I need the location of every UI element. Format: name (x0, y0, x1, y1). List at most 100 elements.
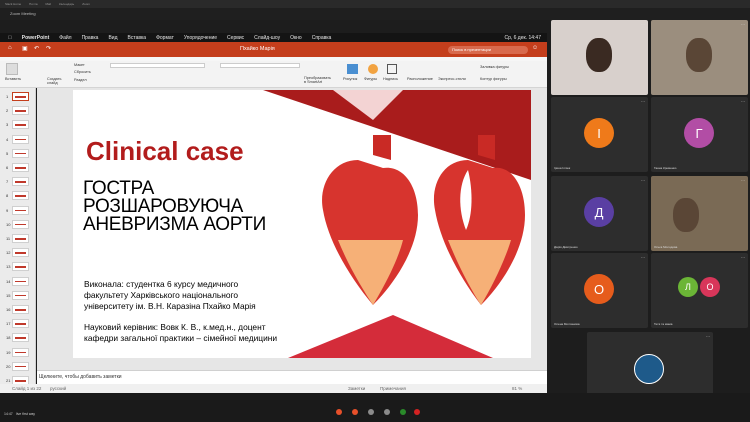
slide-thumbnail[interactable]: 9 (6, 205, 29, 215)
thumbnail-number: 19 (6, 349, 11, 355)
tile-options-icon[interactable]: ⋯ (641, 22, 645, 27)
participant-name: Тетя та мама (654, 322, 673, 326)
menu-item[interactable]: Правка (82, 35, 99, 41)
browser-tab[interactable]: Почта (26, 2, 40, 6)
slide-thumbnails: 1 2 3 4 5 6 7 8 9 10 11 12 13 14 15 16 17 18 19 20 21 (0, 88, 36, 390)
browser-tab[interactable]: Mail (43, 2, 55, 6)
arrange-button[interactable]: Расположение (407, 77, 433, 81)
textbox-button[interactable]: Надпись (383, 77, 398, 81)
participants-button[interactable] (368, 409, 374, 415)
browser-tab[interactable]: Календарь (56, 2, 77, 6)
slide-thumbnail[interactable]: 7 (6, 177, 29, 187)
share-button[interactable] (400, 409, 406, 415)
participant-tile[interactable]: ⋯ (551, 20, 648, 95)
zoom-level[interactable]: 81 % (512, 386, 522, 391)
slide-thumbnail[interactable]: 4 (6, 134, 29, 144)
leave-button[interactable] (414, 409, 420, 415)
slide-thumbnail[interactable]: 17 (6, 319, 29, 329)
slide-thumbnail[interactable]: 15 (6, 290, 29, 300)
thumbnail-number: 12 (6, 250, 11, 256)
undo-icon[interactable]: ↶ (34, 45, 39, 52)
shape-fill-button[interactable]: Заливка фигуры (480, 65, 509, 69)
participant-tile[interactable]: Д ⋯ Дарія Дмитренко (551, 176, 648, 251)
participant-tile[interactable]: І ⋯ Ірина Іллюк (551, 97, 648, 172)
slide-thumbnail[interactable]: 20 (6, 361, 29, 371)
menu-item[interactable]: Упорядочение (184, 35, 217, 41)
slide-thumbnail[interactable]: 8 (6, 191, 29, 201)
quick-styles-button[interactable]: Экспресс-стили (438, 77, 466, 81)
reset-button[interactable]: Сбросить (74, 70, 91, 74)
paste-icon[interactable] (6, 63, 18, 75)
ribbon: Вставить Создать слайд Макет Сбросить Ра… (0, 61, 547, 88)
convert-smartart-button[interactable]: Преобразовать в SmartArt (304, 76, 331, 84)
new-slide-button[interactable]: Создать слайд (47, 77, 61, 85)
language-status[interactable]: русский (50, 386, 66, 391)
tile-options-icon[interactable]: ⋯ (641, 178, 645, 183)
menu-item[interactable]: Вставка (128, 35, 147, 41)
menu-item[interactable]: Формат (156, 35, 174, 41)
thumbnail-preview (15, 337, 26, 339)
slide-thumbnail[interactable]: 16 (6, 305, 29, 314)
slide-thumbnail[interactable]: 5 (6, 148, 29, 158)
video-button[interactable] (352, 409, 358, 415)
section-button[interactable]: Раздел (74, 78, 87, 82)
tile-options-icon[interactable]: ⋯ (741, 22, 745, 27)
shape-outline-button[interactable]: Контур фигуры (480, 77, 507, 81)
comments-toggle[interactable]: Примечания (380, 386, 406, 391)
slide-canvas[interactable]: Clinical case ГОСТРА РОЗШАРОВУЮЧА АНЕВРИ… (73, 90, 531, 358)
tile-options-icon[interactable]: ⋯ (641, 99, 645, 104)
participant-tile[interactable]: Г ⋯ Ганна Кременко (651, 97, 748, 172)
slide-thumbnail[interactable]: 18 (6, 333, 29, 343)
search-input[interactable]: Поиск в презентации (448, 45, 528, 54)
slide-thumbnail[interactable]: 6 (6, 163, 29, 172)
menu-item[interactable]: Вид (108, 35, 117, 41)
slide-thumbnail[interactable]: 3 (6, 120, 29, 130)
slide-thumbnail[interactable]: 1 (6, 92, 29, 101)
thumbnail-number: 1 (6, 94, 9, 99)
picture-button[interactable]: Рисунок (343, 77, 357, 81)
menu-item[interactable]: Слайд-шоу (254, 35, 280, 41)
smiley-icon[interactable]: ☺ (532, 45, 538, 51)
notes-toggle[interactable]: Заметки (348, 386, 365, 391)
browser-tab[interactable]: Zoom (79, 2, 93, 6)
font-name-select[interactable] (110, 63, 205, 68)
participant-tile[interactable]: ⋯ Ольга Молодова (651, 176, 748, 251)
participant-tile[interactable]: ⋯ (651, 20, 748, 95)
participant-tile[interactable]: О ⋯ Олена Молчанова (551, 253, 648, 328)
slide-thumbnail[interactable]: 11 (6, 234, 29, 243)
menu-item[interactable]: Окно (290, 35, 302, 41)
app-menu[interactable]: PowerPoint (22, 35, 50, 41)
chat-button[interactable] (384, 409, 390, 415)
zoom-title-bar: Zoom Meeting (0, 8, 750, 20)
participant-avatar: Г (684, 118, 714, 148)
paste-button[interactable]: Вставить (5, 77, 21, 81)
participant-tile[interactable]: Л О ⋯ Тетя та мама (651, 253, 748, 328)
slide-thumbnail[interactable]: 14 (6, 276, 29, 286)
slide-thumbnail[interactable]: 19 (6, 347, 29, 357)
save-icon[interactable]: ▣ (22, 45, 28, 52)
slide-thumbnail[interactable]: 12 (6, 248, 29, 258)
home-icon[interactable]: ⌂ (8, 45, 12, 51)
browser-tab[interactable]: Slack Home (2, 2, 24, 6)
tile-options-icon[interactable]: ⋯ (641, 255, 645, 260)
tile-options-icon[interactable]: ⋯ (706, 334, 710, 339)
notes-field[interactable]: Щелкните, чтобы добавить заметки (37, 370, 547, 384)
menu-item[interactable]: Файл (59, 35, 71, 41)
mic-button[interactable] (336, 409, 342, 415)
slide-thumbnail[interactable]: 10 (6, 219, 29, 229)
menu-item[interactable]: Сервис (227, 35, 244, 41)
layout-button[interactable]: Макет (74, 63, 85, 67)
tile-options-icon[interactable]: ⋯ (741, 178, 745, 183)
tile-options-icon[interactable]: ⋯ (741, 255, 745, 260)
menu-item[interactable]: Справка (312, 35, 332, 41)
thumbnail-number: 10 (6, 221, 11, 227)
paragraph-controls[interactable] (220, 63, 300, 68)
shapes-button[interactable]: Фигуры (364, 77, 377, 81)
participant-avatar: Л (678, 277, 698, 297)
tile-options-icon[interactable]: ⋯ (741, 99, 745, 104)
redo-icon[interactable]: ↷ (46, 45, 51, 52)
slide-thumbnail[interactable]: 13 (6, 262, 29, 272)
slide-thumbnail[interactable]: 2 (6, 106, 29, 116)
apple-icon[interactable]:  (8, 35, 12, 41)
thumbnail-preview (15, 138, 26, 141)
